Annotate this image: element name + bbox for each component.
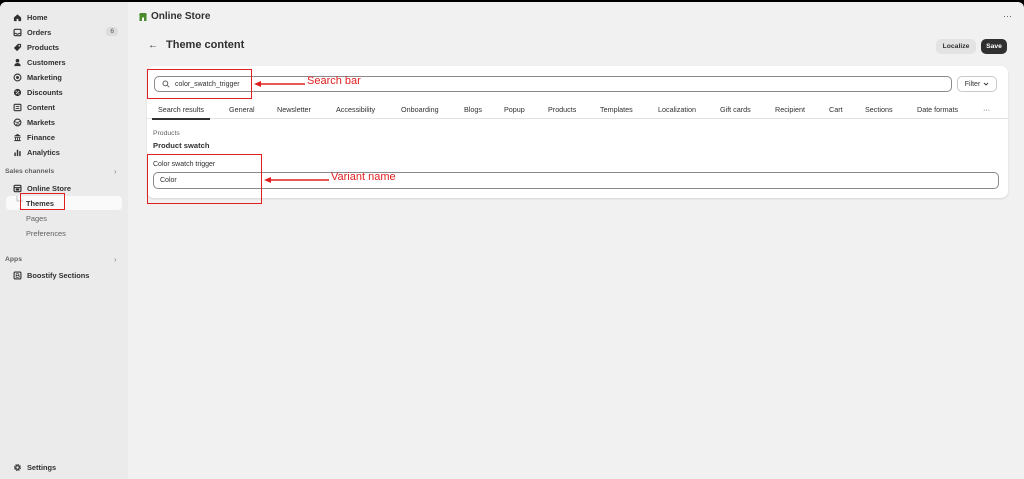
sidebar-item-label: Products: [27, 42, 60, 52]
sidebar-item-products[interactable]: Products: [6, 40, 122, 54]
sidebar-item-home[interactable]: Home: [6, 10, 122, 24]
tab-sections[interactable]: Sections: [865, 99, 893, 119]
tag-icon: [11, 41, 23, 53]
apps-label: Apps: [5, 256, 22, 263]
back-arrow-icon[interactable]: ←: [148, 40, 158, 51]
variant-name-annotation-arrow: [264, 177, 329, 183]
sidebar-item-label: Online Store: [27, 183, 71, 193]
online-store-logo-icon: [139, 12, 147, 21]
sidebar-item-label: Home: [27, 12, 48, 22]
tab-accessibility[interactable]: Accessibility: [336, 99, 375, 119]
tab-localization[interactable]: Localization: [658, 99, 696, 119]
sidebar-item-boostify-sections[interactable]: Boostify Sections: [6, 268, 122, 282]
sidebar-item-label: Discounts: [27, 87, 63, 97]
result-group-label: Products: [153, 130, 180, 137]
chevron-right-icon[interactable]: ›: [114, 167, 117, 176]
sidebar-item-label: Finance: [27, 132, 55, 142]
orders-count-badge: 6: [106, 27, 118, 36]
sidebar-item-content[interactable]: Content: [6, 100, 122, 114]
admin-window: Home Orders 6 Products Customers Marketi…: [0, 2, 1024, 479]
tab-popup[interactable]: Popup: [504, 99, 525, 119]
search-bar-annotation-label: Search bar: [307, 75, 361, 87]
variant-name-annotation-label: Variant name: [331, 171, 396, 183]
sidebar-item-settings[interactable]: Settings: [6, 460, 122, 474]
search-bar-annotation-arrow: [254, 81, 305, 87]
bar-chart-icon: [11, 146, 23, 158]
target-icon: [11, 71, 23, 83]
sidebar-item-label: Markets: [27, 117, 55, 127]
sales-channels-label: Sales channels: [5, 168, 55, 175]
tab-general[interactable]: General: [229, 99, 255, 119]
tab-search-results[interactable]: Search results: [152, 99, 210, 120]
sidebar-item-label: Marketing: [27, 72, 62, 82]
sidebar-item-label: Settings: [27, 462, 57, 472]
sidebar-item-label: Content: [27, 102, 55, 112]
page-title: ← Theme content: [148, 39, 245, 51]
tab-date-formats[interactable]: Date formats: [917, 99, 958, 119]
app-icon: [11, 269, 23, 281]
content-icon: [11, 101, 23, 113]
themes-annotation-box: [20, 193, 65, 210]
home-icon: [11, 11, 23, 23]
globe-icon: [11, 116, 23, 128]
tab-products[interactable]: Products: [548, 99, 576, 119]
tab-blogs[interactable]: Blogs: [464, 99, 482, 119]
sidebar-item-finance[interactable]: Finance: [6, 130, 122, 144]
chevron-down-icon: [983, 82, 989, 86]
sidebar-item-label: Analytics: [27, 147, 60, 157]
more-actions-icon[interactable]: ···: [1003, 11, 1012, 21]
save-button[interactable]: Save: [981, 39, 1007, 54]
gear-icon: [11, 461, 23, 473]
tab-cart[interactable]: Cart: [829, 99, 843, 119]
sidebar-subitem-pages[interactable]: Pages: [6, 211, 122, 225]
sidebar-subitem-preferences[interactable]: Preferences: [6, 226, 122, 240]
sidebar: Home Orders 6 Products Customers Marketi…: [0, 2, 128, 479]
sidebar-item-label: Orders: [27, 27, 52, 37]
chevron-right-icon[interactable]: ›: [114, 255, 117, 264]
bank-icon: [11, 131, 23, 143]
store-title: Online Store: [138, 11, 210, 22]
sidebar-item-customers[interactable]: Customers: [6, 55, 122, 69]
sidebar-item-label: Boostify Sections: [27, 270, 90, 280]
discount-icon: [11, 86, 23, 98]
person-icon: [11, 56, 23, 68]
tab-gift-cards[interactable]: Gift cards: [720, 99, 751, 119]
localize-button[interactable]: Localize: [936, 39, 976, 54]
tab-newsletter[interactable]: Newsletter: [277, 99, 311, 119]
sidebar-item-discounts[interactable]: Discounts: [6, 85, 122, 99]
tab-onboarding[interactable]: Onboarding: [401, 99, 439, 119]
tab-more-icon[interactable]: ···: [983, 99, 990, 119]
result-group-title: Product swatch: [153, 141, 210, 150]
orders-icon: [11, 26, 23, 38]
tab-templates[interactable]: Templates: [600, 99, 633, 119]
sidebar-item-label: Customers: [27, 57, 66, 67]
filter-button[interactable]: Filter: [957, 76, 997, 92]
tab-recipient[interactable]: Recipient: [775, 99, 805, 119]
sidebar-item-orders[interactable]: Orders 6: [6, 25, 122, 39]
tab-bar: Search results General Newsletter Access…: [147, 99, 1008, 120]
variant-name-annotation-box: [147, 154, 262, 204]
sidebar-item-markets[interactable]: Markets: [6, 115, 122, 129]
search-bar-annotation-box: [147, 69, 252, 99]
sidebar-item-marketing[interactable]: Marketing: [6, 70, 122, 84]
sidebar-item-analytics[interactable]: Analytics: [6, 145, 122, 159]
